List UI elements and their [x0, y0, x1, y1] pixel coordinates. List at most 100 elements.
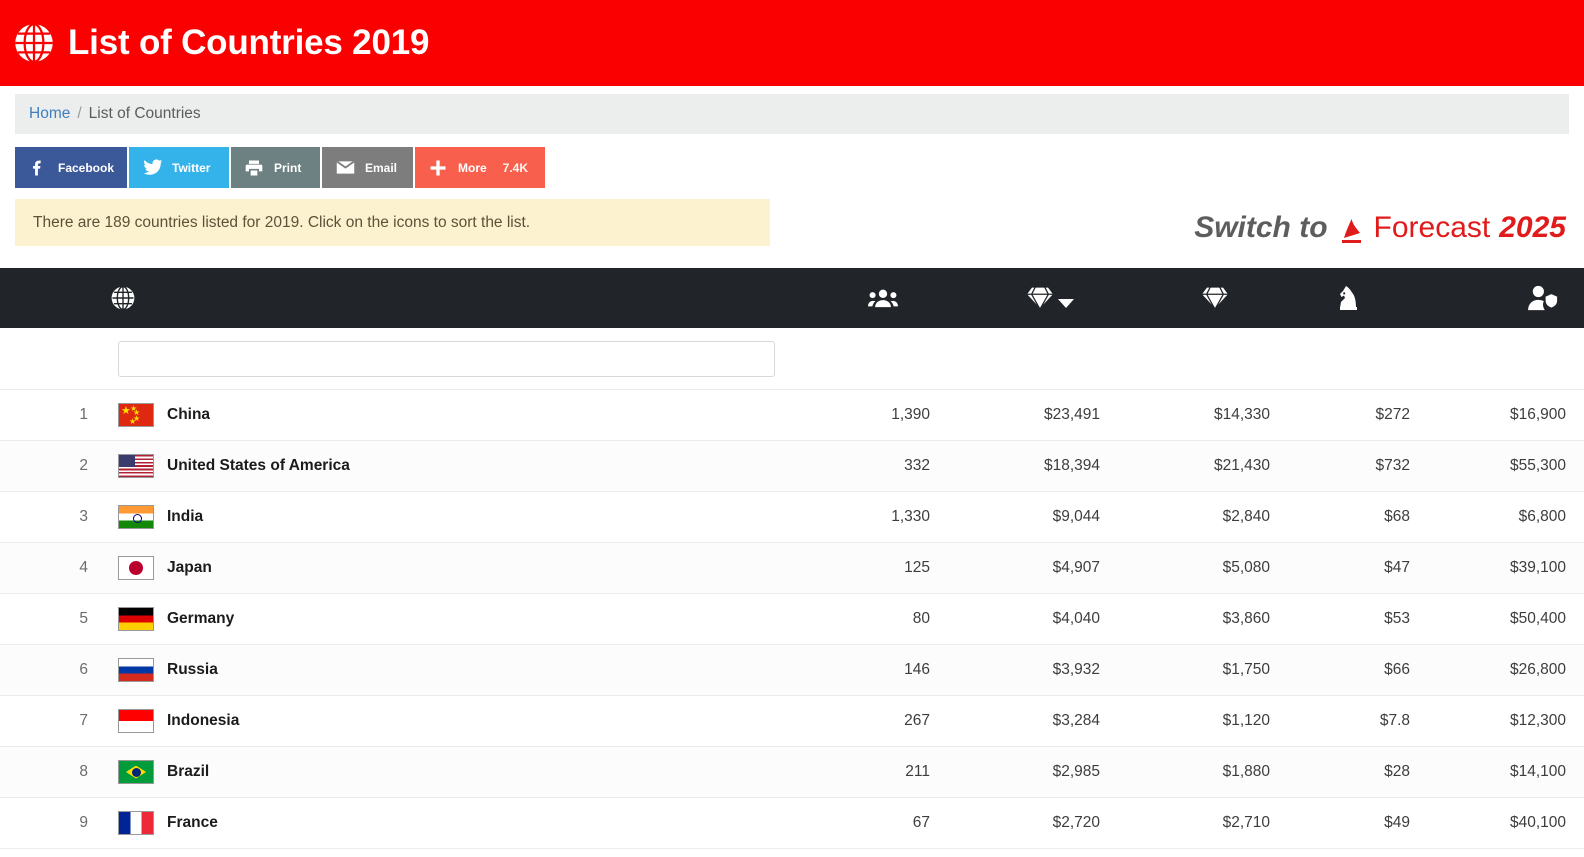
row-population: 1,330 — [891, 508, 930, 525]
row-gdp: $9,044 — [1052, 508, 1100, 525]
row-country-cell[interactable]: ★ ★ ★ ★ ★ China — [100, 403, 800, 427]
share-email-button[interactable]: Email — [322, 147, 413, 188]
table-row[interactable]: 8 Brazil 211 $2,985 $1,880 $28 $14,100 — [0, 747, 1584, 798]
breadcrumb-wrap: Home / List of Countries — [0, 86, 1584, 134]
row-military: $47 — [1384, 559, 1410, 576]
column-header-debt[interactable] — [1110, 285, 1280, 311]
flag-icon-in — [118, 505, 154, 529]
flag-icon-br — [118, 760, 154, 784]
row-per-capita: $26,800 — [1509, 661, 1566, 678]
table-row[interactable]: 5 Germany 80 $4,040 $3,860 $53 $50,400 — [0, 594, 1584, 645]
row-country-name: France — [167, 814, 218, 831]
row-per-capita: $39,100 — [1509, 559, 1566, 576]
row-population: 67 — [912, 814, 930, 831]
share-facebook-button[interactable]: Facebook — [15, 147, 127, 188]
row-military: $66 — [1384, 661, 1410, 678]
flag-icon-de — [118, 607, 154, 631]
row-population: 80 — [912, 610, 930, 627]
search-input[interactable] — [118, 340, 775, 377]
facebook-icon — [27, 157, 49, 179]
row-gdp: $2,720 — [1052, 814, 1100, 831]
row-country-cell[interactable]: Indonesia — [100, 709, 800, 733]
column-header-per-capita[interactable] — [1420, 285, 1584, 311]
row-country-name: Germany — [167, 610, 235, 627]
row-debt: $1,120 — [1222, 712, 1270, 729]
row-country-cell[interactable]: Japan — [100, 556, 800, 580]
table-row[interactable]: 9 France 67 $2,720 $2,710 $49 $40,100 — [0, 798, 1584, 849]
column-header-gdp[interactable] — [940, 285, 1110, 311]
plus-icon — [427, 157, 449, 179]
row-rank: 1 — [79, 406, 88, 423]
row-country-cell[interactable]: Brazil — [100, 760, 800, 784]
row-country-cell[interactable]: India — [100, 505, 800, 529]
row-military: $53 — [1384, 610, 1410, 627]
page-header: List of Countries 2019 — [0, 0, 1584, 86]
row-rank: 3 — [79, 508, 88, 525]
row-rank: 6 — [79, 661, 88, 678]
user-shield-icon — [1527, 285, 1559, 311]
row-population: 267 — [904, 712, 930, 729]
row-rank: 5 — [79, 610, 88, 627]
envelope-icon — [334, 157, 356, 179]
flag-icon-us — [118, 454, 154, 478]
row-population: 211 — [905, 763, 930, 780]
row-population: 1,390 — [891, 406, 930, 423]
flag-icon-jp — [118, 556, 154, 580]
row-country-cell[interactable]: Russia — [100, 658, 800, 682]
sort-desc-caret-icon[interactable] — [1058, 298, 1074, 308]
row-country-cell[interactable]: Germany — [100, 607, 800, 631]
row-debt: $2,840 — [1222, 508, 1270, 525]
row-gdp: $18,394 — [1043, 457, 1100, 474]
a-mark-icon — [1337, 216, 1367, 246]
breadcrumb: Home / List of Countries — [15, 94, 1569, 134]
row-debt: $3,860 — [1222, 610, 1270, 627]
row-military: $732 — [1375, 457, 1410, 474]
row-population: 125 — [904, 559, 930, 576]
breadcrumb-separator: / — [77, 105, 82, 122]
row-country-cell[interactable]: United States of America — [100, 454, 800, 478]
twitter-icon — [141, 157, 163, 179]
row-country-name: China — [167, 406, 211, 423]
breadcrumb-home-link[interactable]: Home — [29, 105, 70, 123]
column-header-population[interactable] — [800, 286, 940, 310]
row-gdp: $4,040 — [1052, 610, 1100, 627]
row-military: $68 — [1384, 508, 1410, 525]
table-row[interactable]: 2 United States of America 332 $18,394 $21,4… — [0, 441, 1584, 492]
table-body: 1 ★ ★ ★ ★ ★ China 1,390 $23,491 $14,330 $272 $16,90… — [0, 390, 1584, 849]
forecast-switch-link[interactable]: Switch to Forecast 2025 — [1194, 211, 1566, 245]
column-header-country[interactable] — [0, 285, 800, 311]
forecast-label: Forecast — [1373, 211, 1491, 244]
share-more-button[interactable]: More 7.4K — [415, 147, 545, 188]
row-gdp: $4,907 — [1052, 559, 1100, 576]
row-population: 332 — [904, 457, 930, 474]
row-debt: $21,430 — [1213, 457, 1270, 474]
row-per-capita: $55,300 — [1509, 457, 1566, 474]
table-row[interactable]: 4 Japan 125 $4,907 $5,080 $47 $39,100 — [0, 543, 1584, 594]
forecast-prefix: Switch to — [1194, 211, 1328, 244]
globe-icon — [110, 285, 136, 311]
share-print-button[interactable]: Print — [231, 147, 320, 188]
row-per-capita: $16,900 — [1509, 406, 1566, 423]
row-debt: $2,710 — [1222, 814, 1270, 831]
row-country-name: United States of America — [167, 457, 350, 474]
table-row[interactable]: 7 Indonesia 267 $3,284 $1,120 $7.8 $12,300 — [0, 696, 1584, 747]
table-row[interactable]: 1 ★ ★ ★ ★ ★ China 1,390 $23,491 $14,330 $272 $16,90… — [0, 390, 1584, 441]
share-more-label: More — [458, 160, 487, 175]
row-country-name: Japan — [167, 559, 212, 576]
row-debt: $5,080 — [1222, 559, 1270, 576]
row-per-capita: $6,800 — [1518, 508, 1566, 525]
gem-icon — [1200, 285, 1230, 311]
row-country-cell[interactable]: France — [100, 811, 800, 835]
row-per-capita: $12,300 — [1509, 712, 1566, 729]
table-row[interactable]: 6 Russia 146 $3,932 $1,750 $66 $26,800 — [0, 645, 1584, 696]
table-search-row — [0, 328, 1584, 390]
table-row[interactable]: 3 India 1,330 $9,044 $2,840 $68 $6,800 — [0, 492, 1584, 543]
row-rank: 7 — [79, 712, 88, 729]
share-bar: Facebook Twitter Print Email More 7.4K — [15, 147, 1584, 188]
share-twitter-button[interactable]: Twitter — [129, 147, 229, 188]
row-military: $49 — [1384, 814, 1410, 831]
users-icon — [868, 286, 898, 310]
row-military: $7.8 — [1379, 712, 1410, 729]
column-header-military[interactable] — [1280, 285, 1420, 311]
row-military: $28 — [1384, 763, 1410, 780]
